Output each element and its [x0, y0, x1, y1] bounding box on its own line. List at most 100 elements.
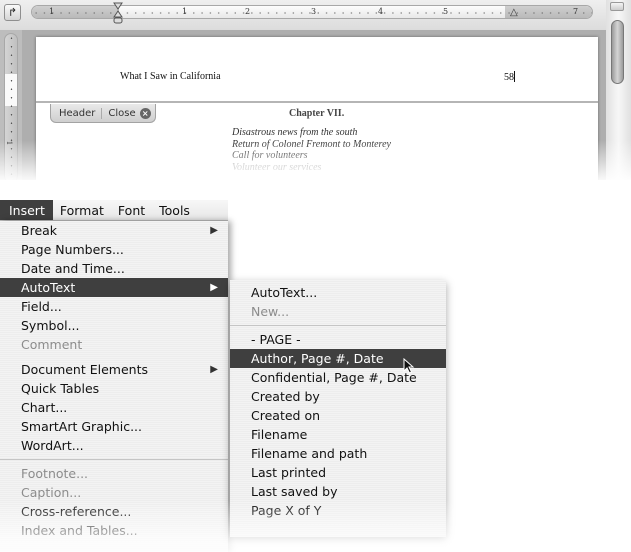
submenu-arrow-icon: ▶ — [210, 364, 218, 375]
close-header-button[interactable]: Close × — [108, 107, 151, 119]
header-toolbar-tab: Header Close × — [50, 104, 156, 123]
menu-item-cross-reference[interactable]: Cross-reference... — [0, 502, 228, 521]
menu-item-footnote: Footnote... — [0, 464, 228, 483]
menu-item-label: Last saved by — [251, 484, 338, 499]
menu-item-created-by[interactable]: Created by — [230, 387, 446, 406]
tab-stop-selector-icon[interactable]: ↱ — [4, 4, 21, 21]
text-cursor — [514, 71, 515, 82]
ruler-number: 1 — [182, 7, 188, 16]
divider — [101, 107, 103, 119]
menu-item-label: Author, Page #, Date — [251, 351, 384, 366]
insert-menu: Break ▶ Page Numbers... Date and Time... … — [0, 221, 228, 552]
menu-item-label: Quick Tables — [21, 381, 100, 396]
scroll-thumb[interactable] — [611, 20, 624, 84]
summary-line: Return of Colonel Fremont to Monterey — [232, 138, 391, 150]
menu-item-label: AutoText — [21, 280, 76, 295]
header-label: Header — [59, 107, 96, 119]
menu-item-wordart[interactable]: WordArt... — [0, 436, 228, 455]
submenu-arrow-icon: ▶ — [210, 225, 218, 236]
document-window: ↱ 1 1 2 3 4 5 7 △ 1 What I Saw in Califo… — [0, 0, 631, 180]
page-number-text: 58 — [504, 72, 514, 83]
submenu-arrow-icon: ▶ — [210, 282, 218, 293]
menu-item-field[interactable]: Field... — [0, 297, 228, 316]
chapter-summary: Disastrous news from the south Return of… — [232, 127, 391, 173]
menu-insert[interactable]: Insert — [0, 200, 53, 220]
menu-item-symbol[interactable]: Symbol... — [0, 316, 228, 335]
menu-item-page-x-of-y[interactable]: Page X of Y — [230, 501, 446, 520]
menu-item-label: AutoText... — [251, 285, 318, 300]
menu-item-label: Created by — [251, 389, 320, 404]
menu-item-label: - PAGE - — [251, 332, 301, 347]
menu-item-label: Document Elements — [21, 362, 148, 377]
menu-item-last-saved-by[interactable]: Last saved by — [230, 482, 446, 501]
menu-item-chart[interactable]: Chart... — [0, 398, 228, 417]
ruler-number: 1 — [49, 7, 55, 16]
menubar: Insert Format Font Tools — [0, 200, 228, 221]
ruler-number: 7 — [573, 7, 579, 16]
menu-item-filename[interactable]: Filename — [230, 425, 446, 444]
menu-item-created-on[interactable]: Created on — [230, 406, 446, 425]
menu-item-label: SmartArt Graphic... — [21, 419, 142, 434]
close-icon[interactable]: × — [139, 107, 151, 119]
menu-item-document-elements[interactable]: Document Elements ▶ — [0, 360, 228, 379]
menu-item-date-and-time[interactable]: Date and Time... — [0, 259, 228, 278]
chapter-title: Chapter VII. — [289, 108, 345, 119]
menu-item-label: Caption... — [21, 485, 82, 500]
menu-format[interactable]: Format — [53, 200, 111, 220]
menu-item-comment: Comment — [0, 335, 228, 354]
vertical-ruler[interactable]: 1 — [4, 33, 18, 180]
summary-line: Disastrous news from the south — [232, 127, 358, 138]
menu-item-label: Index and Tables... — [21, 523, 138, 538]
vertical-scrollbar[interactable] — [606, 0, 631, 180]
menu-tools[interactable]: Tools — [152, 200, 197, 220]
menu-item-autotext-dialog[interactable]: AutoText... — [230, 283, 446, 302]
menu-item-label: Chart... — [21, 400, 68, 415]
ruler-bar: ↱ 1 1 2 3 4 5 7 △ — [0, 0, 612, 30]
right-indent-marker-icon[interactable]: △ — [510, 7, 518, 18]
close-label: Close — [108, 107, 136, 119]
document-page[interactable]: What I Saw in California 58 Header Close… — [36, 37, 598, 180]
menu-item-label: Break — [21, 223, 58, 238]
ruler-number: 3 — [311, 7, 317, 16]
header-zone[interactable]: What I Saw in California 58 — [36, 37, 598, 103]
menu-item-last-printed[interactable]: Last printed — [230, 463, 446, 482]
ruler-number: 2 — [245, 7, 251, 16]
mouse-pointer-icon — [403, 358, 415, 374]
split-window-button[interactable] — [610, 2, 624, 11]
menu-separator — [0, 459, 228, 460]
vertical-ruler-number: 1 — [5, 140, 14, 146]
menu-item-label: Footnote... — [21, 466, 89, 481]
menu-item-label: Field... — [21, 299, 62, 314]
menu-item-label: Date and Time... — [21, 261, 125, 276]
menu-item-label: Comment — [21, 337, 83, 352]
menu-item-new: New... — [230, 302, 446, 321]
page-area: What I Saw in California 58 Header Close… — [22, 30, 606, 180]
menu-item-label: Cross-reference... — [21, 504, 132, 519]
header-page-number[interactable]: 58 — [504, 71, 515, 83]
menu-item-index-and-tables[interactable]: Index and Tables... — [0, 521, 228, 540]
summary-line: Call for volunteers — [232, 150, 308, 161]
menu-item-label: Filename and path — [251, 446, 368, 461]
header-title: What I Saw in California — [120, 71, 221, 82]
menu-item-page[interactable]: - PAGE - — [230, 330, 446, 349]
vertical-ruler-ticks — [10, 34, 13, 180]
menu-item-label: New... — [251, 304, 290, 319]
indent-marker-icon[interactable] — [113, 2, 123, 24]
menu-item-label: WordArt... — [21, 438, 84, 453]
menu-item-label: Page X of Y — [251, 503, 322, 518]
menu-item-smartart-graphic[interactable]: SmartArt Graphic... — [0, 417, 228, 436]
menu-item-label: Page Numbers... — [21, 242, 124, 257]
menu-item-filename-and-path[interactable]: Filename and path — [230, 444, 446, 463]
autotext-submenu: AutoText... New... - PAGE - Author, Page… — [230, 280, 446, 537]
summary-line: Volunteer our services — [232, 161, 322, 173]
menu-item-break[interactable]: Break ▶ — [0, 221, 228, 240]
menu-font[interactable]: Font — [111, 200, 152, 220]
menu-item-label: Symbol... — [21, 318, 80, 333]
menu-item-label: Filename — [251, 427, 308, 442]
ruler-number: 5 — [443, 7, 449, 16]
menu-item-label: Created on — [251, 408, 321, 423]
menu-separator — [230, 325, 446, 326]
menu-item-autotext[interactable]: AutoText ▶ — [0, 278, 228, 297]
menu-item-quick-tables[interactable]: Quick Tables — [0, 379, 228, 398]
menu-item-page-numbers[interactable]: Page Numbers... — [0, 240, 228, 259]
